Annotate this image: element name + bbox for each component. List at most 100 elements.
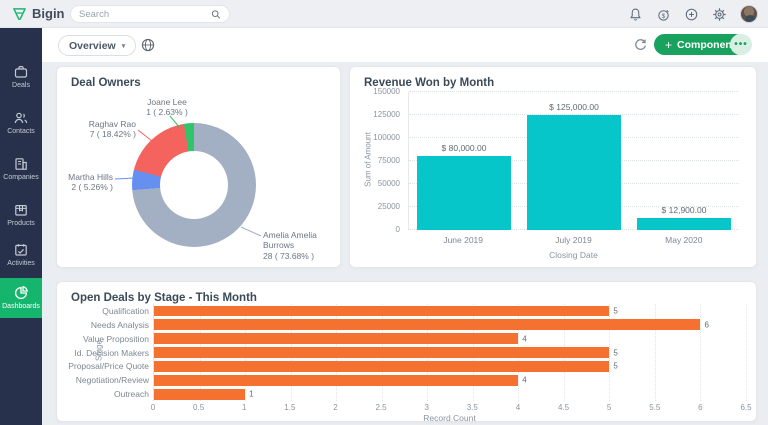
refresh-icon[interactable] (634, 38, 647, 51)
revenue-plot-area: $ 80,000.00 $ 125,000.00 $ 12,900.00 (408, 92, 739, 230)
y-tick-label: 75000 (378, 156, 400, 165)
x-tick-label: 1.5 (284, 403, 295, 412)
bar-value-label: 5 (613, 306, 617, 315)
stage-xticks: 00.511.522.533.544.555.566.5 (153, 403, 746, 413)
stage-category-label: Outreach (57, 387, 149, 401)
sidebar-item-products[interactable]: Products (0, 202, 42, 227)
slice-value: 2 ( 5.26% ) (57, 182, 113, 192)
bar-value-label: 5 (613, 348, 617, 357)
revenue-yticks: 0250005000075000100000125000150000 (364, 92, 404, 230)
stage-labels: QualificationNeeds AnalysisValue Proposi… (57, 304, 149, 401)
stage-bar[interactable] (154, 333, 518, 344)
dashboard-view-selector[interactable]: Overview ▾ (58, 35, 136, 56)
revenue-bars: $ 80,000.00 $ 125,000.00 $ 12,900.00 (409, 92, 739, 230)
bigin-dashboard-page: Bigin $ (0, 0, 768, 425)
search-input[interactable] (79, 9, 211, 20)
x-tick-label: 0 (151, 403, 155, 412)
bar-value-label: 1 (249, 390, 253, 399)
settings-gear-icon[interactable] (712, 7, 727, 22)
trial-timer-icon[interactable]: $ (656, 7, 671, 22)
bar-value-label: 4 (522, 334, 526, 343)
x-tick-label: 6.5 (740, 403, 751, 412)
slice-owner-name: Raghav Rao (57, 119, 136, 129)
slice-value: 7 ( 18.42% ) (57, 129, 136, 139)
activities-icon (13, 242, 29, 258)
chart-title: Deal Owners (71, 77, 141, 89)
stage-category-label: Needs Analysis (57, 318, 149, 332)
revenue-bar[interactable] (527, 115, 622, 230)
stage-bar[interactable] (154, 361, 609, 372)
open-deals-stage-card: Open Deals by Stage - This Month Stage Q… (56, 281, 757, 422)
x-category-label: July 2019 (518, 235, 628, 245)
x-tick-label: 5 (607, 403, 611, 412)
slice-value: 1 ( 2.63% ) (127, 107, 207, 117)
slice-owner-name: Martha Hills (57, 172, 113, 182)
donut-ring[interactable] (132, 123, 256, 247)
x-tick-label: 1 (242, 403, 246, 412)
brand[interactable]: Bigin (12, 6, 65, 21)
chevron-down-icon: ▾ (122, 42, 126, 50)
donut-slice-label: Amelia Amelia Burrows 28 ( 73.68% ) (263, 230, 345, 261)
contacts-icon (13, 110, 29, 126)
stage-bar[interactable] (154, 319, 700, 330)
donut-slice-label: Joane Lee 1 ( 2.63% ) (127, 97, 207, 118)
sidebar-item-dashboards[interactable]: Dashboards (0, 278, 42, 318)
dashboards-icon (13, 285, 29, 301)
sidebar-item-contacts[interactable]: Contacts (0, 110, 42, 135)
stage-row: 6 (154, 318, 746, 332)
companies-icon (13, 156, 29, 172)
stage-row: 4 (154, 332, 746, 346)
shared-globe-icon[interactable] (141, 38, 155, 52)
bar-value-label: 6 (704, 320, 708, 329)
add-circle-icon[interactable] (684, 7, 699, 22)
donut-slice-label: Martha Hills 2 ( 5.26% ) (57, 172, 113, 193)
sidebar-item-label: Companies (0, 174, 42, 181)
revenue-won-card: Revenue Won by Month Sum of Amount 02500… (349, 66, 757, 268)
bar-value-label: 5 (613, 362, 617, 371)
slice-owner-name: Amelia Amelia Burrows (263, 230, 345, 251)
search-bar[interactable] (70, 5, 230, 23)
topbar-icons: $ (628, 0, 758, 28)
stage-bar[interactable] (154, 347, 609, 358)
brand-name: Bigin (32, 6, 65, 21)
x-tick-label: 4 (516, 403, 520, 412)
x-axis-title: Closing Date (408, 250, 739, 260)
y-tick-label: 50000 (378, 179, 400, 188)
x-tick-label: 3.5 (467, 403, 478, 412)
more-options-button[interactable]: ••• (730, 34, 752, 55)
stage-bar[interactable] (154, 389, 245, 400)
bar-value-label: $ 125,000.00 (549, 102, 599, 112)
bar-value-label: $ 80,000.00 (442, 143, 487, 153)
user-avatar[interactable] (740, 5, 758, 23)
stage-category-label: Value Proposition (57, 332, 149, 346)
x-tick-label: 5.5 (649, 403, 660, 412)
sidebar-item-label: Deals (0, 82, 42, 89)
x-tick-label: 6 (698, 403, 702, 412)
sidebar-item-label: Activities (0, 260, 42, 267)
x-tick-label: 2.5 (376, 403, 387, 412)
sidebar-item-label: Products (0, 220, 42, 227)
stage-row: 4 (154, 373, 746, 387)
stage-row: 5 (154, 304, 746, 318)
sidebar-item-label: Dashboards (0, 303, 42, 310)
stage-bar[interactable] (154, 375, 518, 386)
bigin-logo-icon (12, 6, 27, 21)
sidebar-item-deals[interactable]: Deals (0, 64, 42, 89)
bar-value-label: 4 (522, 376, 526, 385)
stage-category-label: Qualification (57, 304, 149, 318)
search-icon (211, 9, 221, 20)
revenue-bar[interactable] (637, 218, 732, 230)
dashboard-toolbar: Overview ▾ + Component ••• (42, 28, 768, 62)
sidebar-item-activities[interactable]: Activities (0, 242, 42, 267)
sidebar-item-companies[interactable]: Companies (0, 156, 42, 181)
stage-category-label: Id. Decision Makers (57, 346, 149, 360)
x-tick-label: 4.5 (558, 403, 569, 412)
notification-bell-icon[interactable] (628, 7, 643, 22)
revenue-bar[interactable] (417, 156, 512, 230)
bar-value-label: $ 12,900.00 (662, 205, 707, 215)
y-tick-label: 150000 (373, 87, 400, 96)
y-tick-label: 125000 (373, 110, 400, 119)
plus-icon: + (665, 39, 672, 51)
stage-rows: 5 6 4 5 5 4 1 (154, 304, 746, 401)
stage-bar[interactable] (154, 306, 609, 317)
